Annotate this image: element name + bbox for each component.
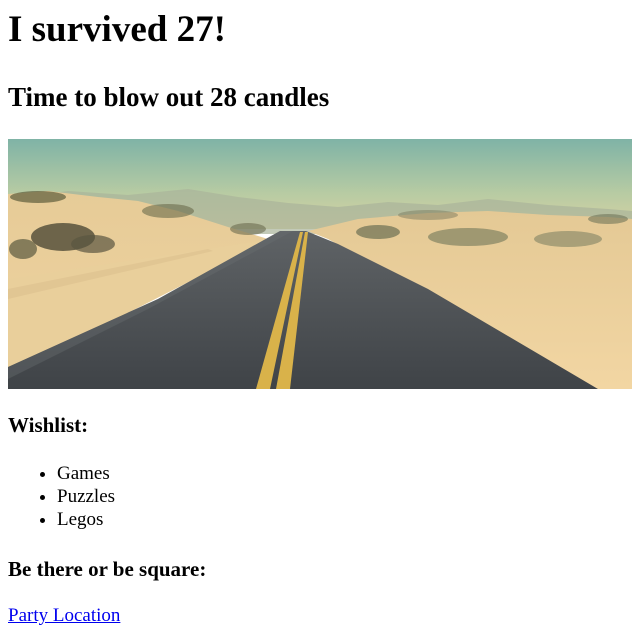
- wishlist: Games Puzzles Legos: [8, 462, 115, 531]
- page-subtitle: Time to blow out 28 candles: [8, 82, 330, 112]
- desert-road-image: [8, 139, 632, 389]
- desert-road-photo: [8, 139, 632, 389]
- list-item: Legos: [57, 508, 115, 531]
- page-title: I survived 27!: [8, 9, 226, 50]
- list-item: Puzzles: [57, 485, 115, 508]
- party-location-link[interactable]: Party Location: [8, 604, 120, 628]
- wishlist-heading: Wishlist:: [8, 413, 89, 437]
- invite-heading: Be there or be square:: [8, 557, 207, 581]
- list-item: Games: [57, 462, 115, 485]
